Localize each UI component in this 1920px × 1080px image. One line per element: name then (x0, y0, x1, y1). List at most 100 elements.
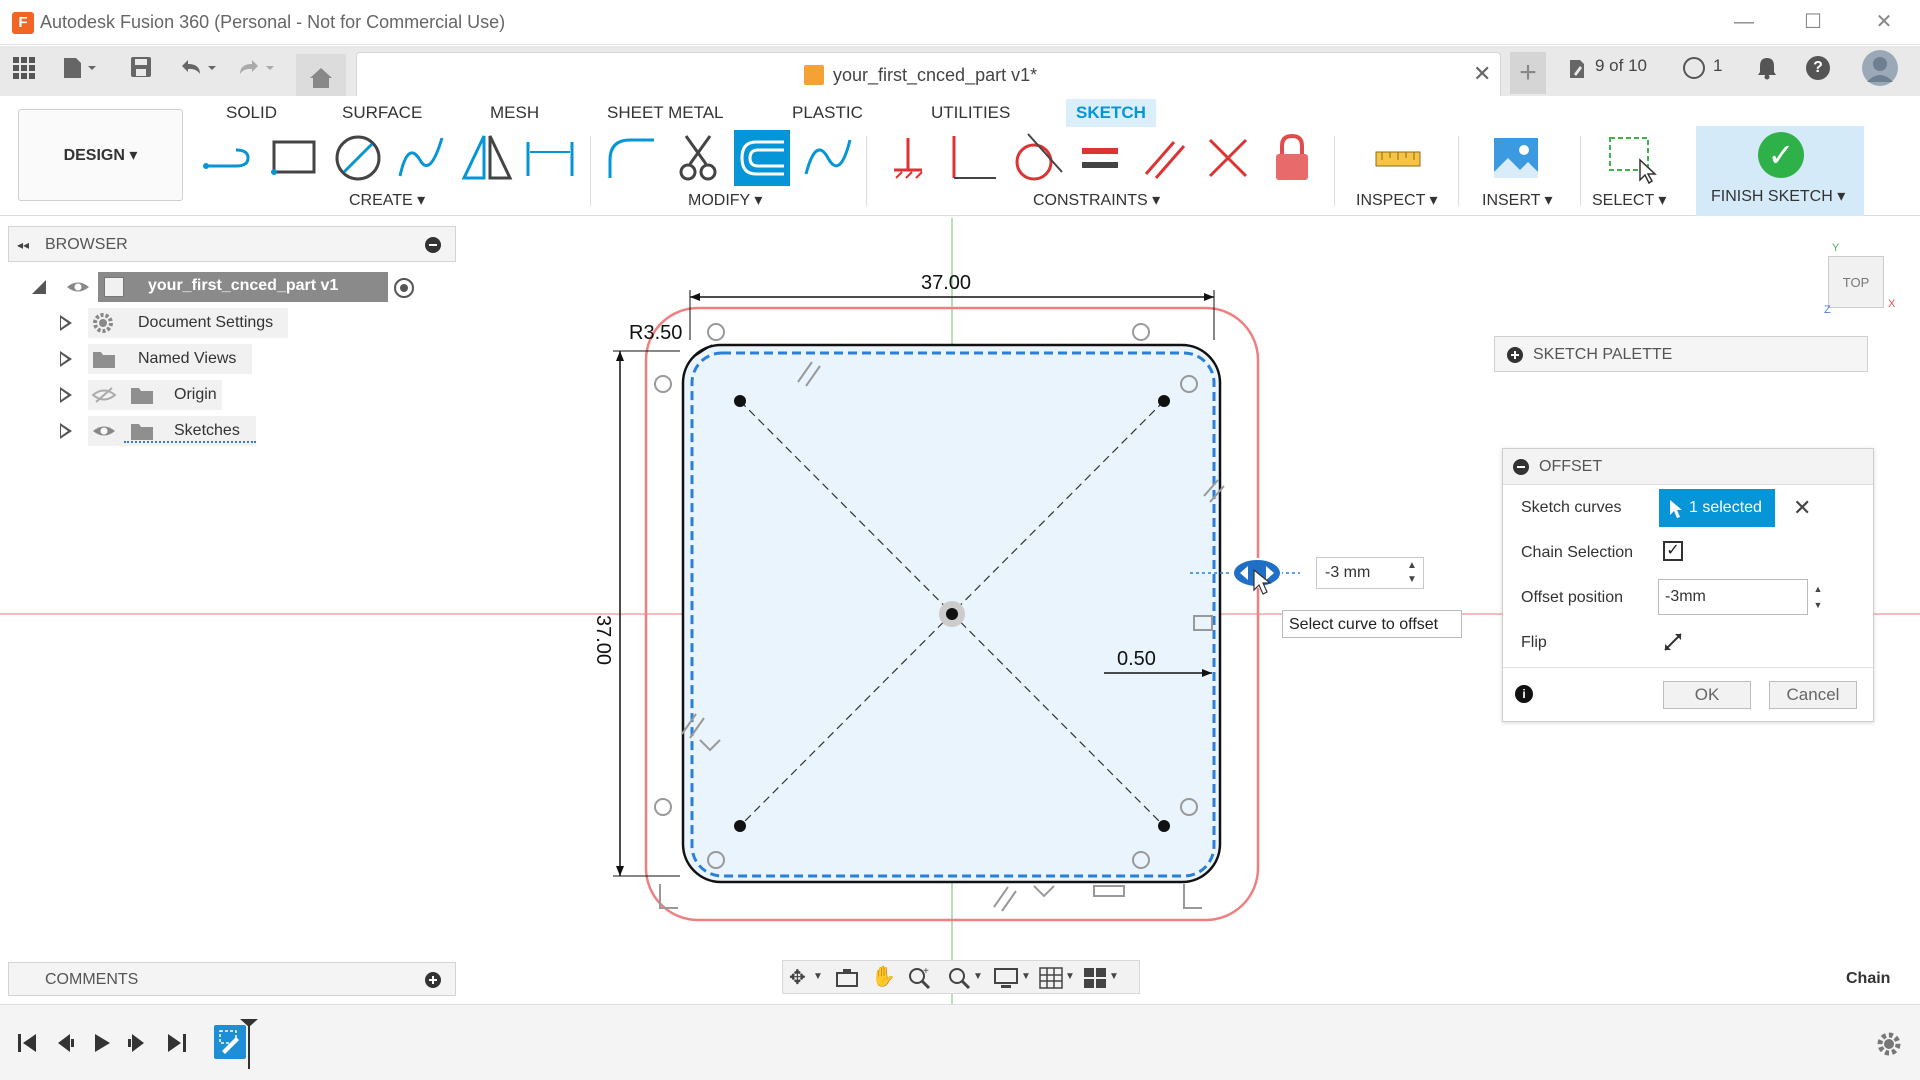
collapse-dialog-icon[interactable] (1513, 459, 1529, 475)
lock-constraint-icon[interactable] (1264, 130, 1320, 186)
tab-sheet-metal[interactable]: SHEET METAL (597, 99, 734, 127)
display-settings-icon[interactable] (993, 967, 1019, 989)
trim-scissors-icon[interactable] (670, 130, 726, 186)
inspect-menu[interactable]: INSPECT ▾ (1356, 190, 1438, 210)
sketch-curves-selection-button[interactable]: 1 selected (1659, 489, 1775, 527)
measure-tool-icon[interactable] (1370, 130, 1426, 186)
tab-surface[interactable]: SURFACE (332, 99, 432, 127)
step-forward-icon[interactable] (126, 1031, 150, 1055)
visibility-eye-icon[interactable] (92, 422, 116, 440)
maximize-icon[interactable]: ☐ (1793, 8, 1833, 36)
timeline-settings-gear-icon[interactable] (1876, 1031, 1902, 1057)
collapse-browser-icon[interactable]: ◂◂ (17, 238, 29, 252)
user-avatar[interactable] (1862, 50, 1898, 86)
constraints-menu[interactable]: CONSTRAINTS ▾ (1033, 190, 1160, 210)
create-menu[interactable]: CREATE ▾ (349, 190, 425, 210)
file-menu-icon[interactable] (62, 56, 98, 86)
notifications-bell-icon[interactable] (1756, 56, 1778, 80)
clear-selection-icon[interactable]: ✕ (1793, 495, 1811, 521)
chevron-down-icon[interactable]: ▼ (813, 971, 823, 982)
perpendicular-constraint-icon[interactable] (944, 130, 1000, 186)
expand-triangle-icon[interactable] (30, 278, 48, 296)
offset-dialog-header[interactable]: OFFSET (1503, 449, 1873, 485)
new-tab-plus-icon[interactable]: + (1510, 52, 1546, 94)
undo-icon[interactable] (178, 56, 220, 86)
sketch-curve-icon[interactable] (800, 130, 856, 186)
mirror-tool-icon[interactable] (458, 130, 514, 186)
browser-minimize-icon[interactable] (425, 237, 441, 253)
pan-hand-icon[interactable]: ✋ (871, 964, 896, 989)
select-menu[interactable]: SELECT ▾ (1592, 190, 1666, 210)
sketch-palette-header[interactable]: SKETCH PALETTE (1494, 336, 1868, 372)
expand-palette-icon[interactable] (1507, 347, 1523, 363)
tab-mesh[interactable]: MESH (480, 99, 549, 127)
app-grid-icon[interactable] (12, 56, 36, 86)
tab-solid[interactable]: SOLID (216, 99, 287, 127)
offset-stepper-icon[interactable]: ▲ ▼ (1402, 559, 1422, 587)
offset-position-stepper-icon[interactable]: ▲ ▼ (1809, 581, 1827, 613)
orbit-icon[interactable]: ✥ (789, 965, 806, 990)
viewports-icon[interactable] (1083, 967, 1107, 989)
insert-menu[interactable]: INSERT ▾ (1482, 190, 1553, 210)
tab-utilities[interactable]: UTILITIES (921, 99, 1020, 127)
chevron-down-icon[interactable]: ▼ (1109, 971, 1119, 982)
save-icon[interactable] (130, 56, 152, 86)
redo-icon[interactable] (236, 56, 278, 86)
tangent-constraint-icon[interactable] (1008, 130, 1064, 186)
home-button[interactable] (296, 54, 346, 96)
step-back-icon[interactable] (52, 1031, 76, 1055)
chevron-down-icon[interactable]: ▼ (1065, 971, 1075, 982)
collinear-constraint-icon[interactable] (1200, 130, 1256, 186)
equal-constraint-icon[interactable] (1072, 130, 1128, 186)
expand-triangle-icon[interactable] (60, 387, 72, 403)
line-tool-icon[interactable] (200, 130, 256, 186)
zoom-window-icon[interactable] (947, 966, 971, 990)
flip-icon[interactable] (1663, 632, 1683, 652)
finish-sketch-button[interactable]: ✓ FINISH SKETCH ▾ (1696, 126, 1864, 216)
fillet-tool-icon[interactable] (604, 130, 660, 186)
activate-component-icon[interactable] (394, 278, 414, 298)
modify-menu[interactable]: MODIFY ▾ (688, 190, 762, 210)
parallel-constraint-icon[interactable] (1136, 130, 1192, 186)
go-to-start-icon[interactable] (16, 1031, 40, 1055)
viewcube-top[interactable]: TOP (1828, 256, 1884, 308)
chevron-down-icon[interactable]: ▼ (1021, 971, 1031, 982)
comments-panel-header[interactable]: COMMENTS (8, 962, 456, 996)
offset-tool-icon[interactable] (734, 130, 790, 186)
close-window-icon[interactable]: ✕ (1864, 8, 1904, 36)
offset-position-input[interactable] (1658, 579, 1808, 615)
sketch-dimension-tool-icon[interactable] (522, 130, 578, 186)
timeline-sketch-feature[interactable] (214, 1025, 246, 1059)
tree-item-named-views[interactable]: Named Views (58, 344, 298, 374)
width-dimension-label[interactable]: 37.00 (921, 272, 971, 295)
help-icon[interactable]: ? (1806, 56, 1830, 80)
info-icon[interactable]: i (1515, 685, 1533, 703)
tree-item-origin[interactable]: Origin (58, 380, 298, 410)
tree-root[interactable]: your_first_cnced_part v1 (30, 272, 450, 302)
circle-tool-icon[interactable] (330, 130, 386, 186)
ok-button[interactable]: OK (1663, 681, 1751, 709)
version-badge[interactable]: 9 of 10 (1595, 56, 1647, 76)
cancel-button[interactable]: Cancel (1769, 681, 1857, 709)
version-history-icon[interactable] (1566, 58, 1588, 80)
grid-settings-icon[interactable] (1039, 967, 1063, 989)
look-at-icon[interactable] (835, 968, 859, 988)
height-dimension-label[interactable]: 37.00 (591, 615, 614, 665)
radius-dimension-label[interactable]: R3.50 (629, 322, 682, 345)
close-tab-icon[interactable]: ✕ (1473, 61, 1491, 87)
chain-selection-checkbox[interactable]: ✓ (1663, 541, 1683, 561)
job-status-icon[interactable] (1683, 57, 1705, 79)
rectangle-tool-icon[interactable] (266, 130, 322, 186)
spline-tool-icon[interactable] (394, 130, 450, 186)
select-window-icon[interactable] (1602, 130, 1658, 186)
tree-item-sketches[interactable]: Sketches (58, 416, 298, 446)
visibility-eye-icon[interactable] (66, 278, 90, 296)
play-icon[interactable] (90, 1031, 114, 1055)
offset-dimension-label[interactable]: 0.50 (1117, 648, 1156, 671)
go-to-end-icon[interactable] (164, 1031, 188, 1055)
add-comment-icon[interactable] (425, 972, 441, 988)
chevron-down-icon[interactable]: ▼ (973, 971, 983, 982)
minimize-icon[interactable]: — (1724, 8, 1764, 36)
browser-panel-header[interactable]: ◂◂ BROWSER (8, 226, 456, 262)
insert-image-icon[interactable] (1488, 130, 1544, 186)
